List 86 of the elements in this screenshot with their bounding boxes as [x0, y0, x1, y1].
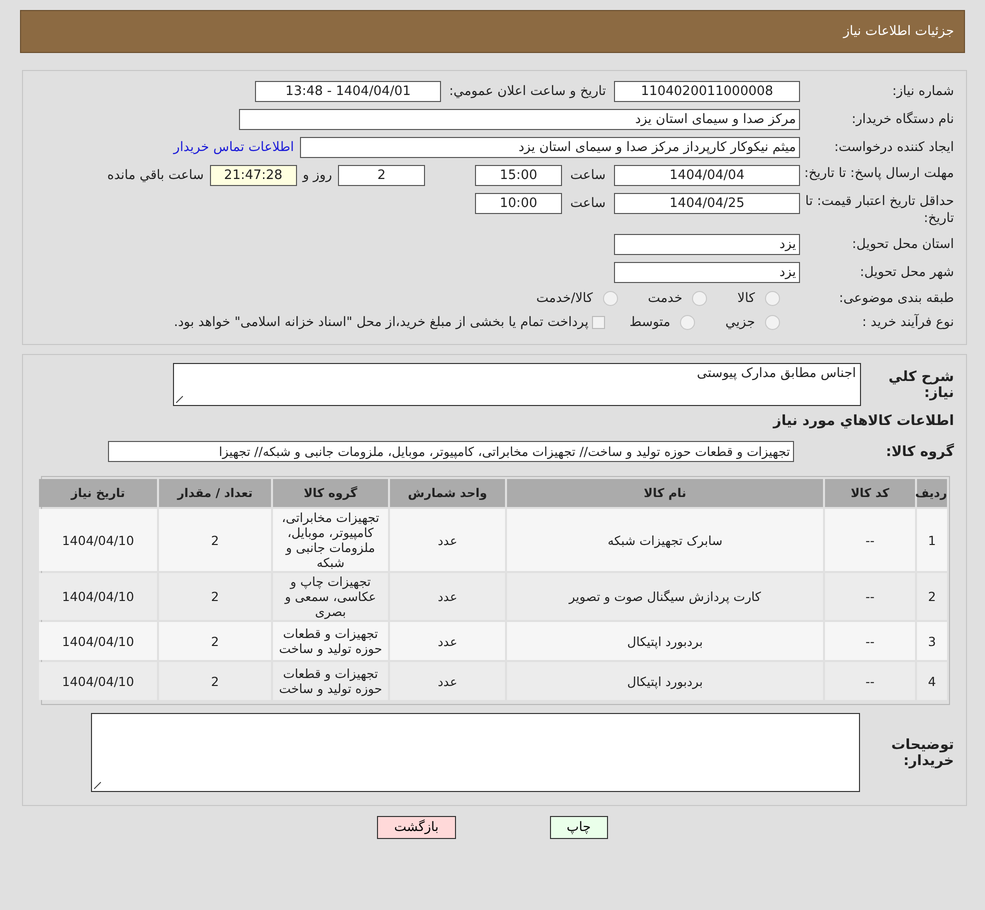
days-field: 2: [338, 165, 425, 186]
resize-grip-icon: [94, 782, 101, 789]
back-button[interactable]: بازگشت: [377, 816, 456, 839]
radio-button[interactable]: [602, 291, 618, 306]
need-number-field: 1104020011000008: [614, 81, 800, 102]
checkbox[interactable]: [592, 316, 606, 329]
table-cell: 2: [159, 509, 271, 571]
contact-link[interactable]: اطلاعات تماس خریدار: [174, 140, 294, 155]
buyer-org-field: مرکز صدا و سیمای استان یزد: [239, 109, 800, 130]
radio-button[interactable]: [765, 315, 780, 330]
province-field: یزد: [614, 234, 800, 255]
section-title: اطلاعات كالاهاي مورد نياز: [773, 413, 955, 429]
column-header: تعداد / مقدار: [159, 479, 271, 507]
column-header: رديف: [917, 479, 947, 507]
treasury-note: پرداخت تمام یا بخشی از مبلغ خرید،از محل "اسناد خزانه اسلامی" خواهد بود.: [174, 315, 588, 330]
table-cell: --: [825, 573, 915, 620]
table-cell: 1404/04/10: [39, 662, 157, 700]
validity-date-field: 1404/04/25: [614, 193, 800, 214]
page-title: جزئیات اطلاعات نیاز: [843, 24, 954, 39]
remaining-label: ساعت باقي مانده: [107, 167, 204, 185]
field-label: حداقل تاریخ اعتبار قیمت: تا تاریخ:: [804, 193, 955, 227]
table-cell: سابرک تجهیزات شبکه: [507, 509, 823, 571]
field-label: مهلت ارسال پاسخ: تا تاریخ:: [803, 165, 955, 182]
creator-field: میثم نیکوکار کارپرداز مرکز صدا و سیمای استان یزد: [300, 137, 800, 158]
column-header: واحد شمارش: [390, 479, 505, 507]
table-cell: 1404/04/10: [39, 622, 157, 660]
buyer-notes-textarea[interactable]: [91, 713, 860, 792]
table-cell: --: [825, 622, 915, 660]
validity-time-field: 10:00: [475, 193, 562, 214]
table-cell: 1404/04/10: [39, 509, 157, 571]
print-button[interactable]: چاپ: [550, 816, 608, 839]
table-cell: عدد: [390, 622, 505, 660]
time-label: ساعت: [569, 195, 607, 213]
field-label: توضیحات خریدار:: [890, 736, 955, 768]
table-cell: بردبورد اپتیکال: [507, 662, 823, 700]
column-header: گروه کالا: [273, 479, 388, 507]
time-label: ساعت: [569, 167, 607, 185]
table-cell: بردبورد اپتیکال: [507, 622, 823, 660]
announce-date-field: 1404/04/01 - 13:48: [255, 81, 442, 102]
resize-grip-icon: [176, 396, 183, 403]
table-cell: --: [825, 509, 915, 571]
radio-label: جزيي: [725, 315, 755, 330]
summary-textarea[interactable]: اجناس مطابق مدارک پیوستی: [173, 363, 861, 406]
radio-button[interactable]: [765, 291, 780, 306]
table-cell: 3: [917, 622, 947, 660]
table-cell: عدد: [390, 573, 505, 620]
field-label: شرح كلي نياز:: [888, 368, 955, 400]
field-label: نوع فرآیند خرید :: [861, 314, 955, 331]
table-cell: 2: [159, 662, 271, 700]
city-field: یزد: [614, 262, 800, 283]
table-cell: 2: [159, 573, 271, 620]
table-cell: عدد: [390, 509, 505, 571]
radio-label: خدمت: [648, 291, 682, 306]
field-label: شماره نیاز:: [891, 83, 955, 100]
table-cell: 1: [917, 509, 947, 571]
radio-label: کالا/خدمت: [536, 291, 593, 306]
table-cell: کارت پردازش سیگنال صوت و تصویر: [507, 573, 823, 620]
column-header: نام کالا: [507, 479, 823, 507]
radio-label: کالا: [737, 291, 755, 306]
deadline-date-field: 1404/04/04: [614, 165, 800, 186]
table-cell: عدد: [390, 662, 505, 700]
radio-label: متوسط: [629, 315, 670, 330]
table-cell: تجهیزات و قطعات حوزه تولید و ساخت: [273, 662, 388, 700]
field-label: گروه کالا:: [884, 444, 955, 460]
deadline-time-field: 15:00: [475, 165, 562, 186]
days-label: روز و: [302, 167, 332, 185]
radio-button[interactable]: [680, 315, 696, 330]
table-cell: تجهیزات و قطعات حوزه تولید و ساخت: [273, 622, 388, 660]
field-label: ایجاد کننده درخواست:: [833, 139, 955, 156]
table-cell: تجهیزات مخابراتی، کامپیوتر، موبایل، ملزومات جانبی و شبکه: [273, 509, 388, 571]
field-label: شهر محل تحویل:: [858, 264, 955, 281]
field-label: استان محل تحویل:: [851, 236, 955, 253]
field-label: نام دستگاه خریدار:: [850, 111, 955, 128]
field-label: تاریخ و ساعت اعلان عمومي:: [449, 84, 606, 99]
radio-button[interactable]: [692, 291, 708, 306]
table-cell: 2: [917, 573, 947, 620]
field-label: طبقه بندی موضوعی:: [838, 290, 955, 307]
table-cell: 4: [917, 662, 947, 700]
table-cell: 2: [159, 622, 271, 660]
table-cell: --: [825, 662, 915, 700]
remaining-time-field: 21:47:28: [210, 165, 297, 186]
column-header: تاریخ نیاز: [39, 479, 157, 507]
column-header: کد کالا: [825, 479, 915, 507]
table-cell: تجهیزات چاپ و عکاسی، سمعی و بصری: [273, 573, 388, 620]
table-cell: 1404/04/10: [39, 573, 157, 620]
goods-group-field: تجهیزات و قطعات حوزه تولید و ساخت// تجهیزات مخابراتی، کامپیوتر، موبایل، ملزومات جانبی و شبکه// تجهیزا: [108, 441, 794, 462]
